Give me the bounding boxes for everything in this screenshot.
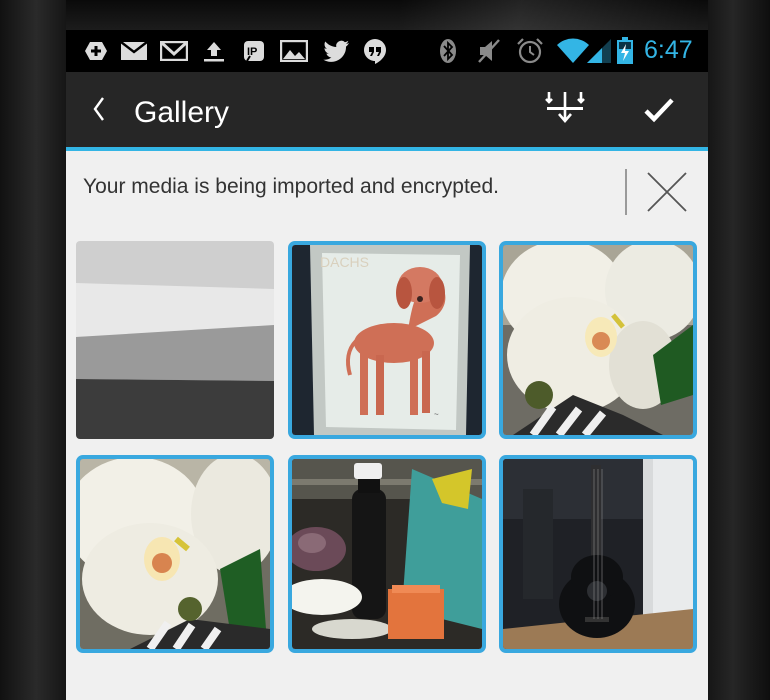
- svg-text:DACHS: DACHS: [320, 254, 369, 270]
- battery-charging-icon: [616, 37, 634, 64]
- media-thumbnail-orchid[interactable]: [499, 241, 697, 439]
- close-icon[interactable]: [644, 169, 690, 215]
- svg-text:IP: IP: [247, 46, 257, 58]
- media-thumbnail-orchid-2[interactable]: [76, 455, 274, 653]
- media-thumbnail-guitar[interactable]: [499, 455, 697, 653]
- muted-icon: [476, 39, 502, 63]
- alarm-icon: [516, 38, 544, 64]
- signal-icon: [586, 39, 612, 63]
- notice-divider: [625, 169, 627, 215]
- action-bar: Gallery: [66, 72, 708, 147]
- svg-text:~: ~: [434, 410, 439, 419]
- back-chevron-icon[interactable]: [88, 92, 110, 126]
- device-bezel-right: [708, 0, 770, 700]
- hangouts-icon: [362, 39, 388, 64]
- media-thumbnail-bottle[interactable]: [288, 455, 486, 653]
- page-title: Gallery: [134, 96, 230, 129]
- mail-icon: [120, 40, 148, 62]
- add-icon: [84, 40, 108, 62]
- media-grid: DACHS ~: [66, 233, 708, 700]
- parking-icon: IP: [242, 40, 266, 62]
- bluetooth-icon: [438, 39, 458, 63]
- media-thumbnail-dog[interactable]: DACHS ~: [288, 241, 486, 439]
- media-thumbnail-placeholder[interactable]: [76, 241, 274, 439]
- status-clock: 6:47: [644, 36, 693, 64]
- bezel-glare: [400, 0, 700, 30]
- twitter-icon: [322, 40, 350, 62]
- device-bezel-top: [0, 0, 770, 30]
- device-bezel-left: [0, 0, 66, 700]
- notice-message: Your media is being imported and encrypt…: [83, 175, 499, 198]
- image-icon: [280, 40, 308, 62]
- import-notice: Your media is being imported and encrypt…: [66, 151, 708, 233]
- wifi-icon: [556, 38, 590, 63]
- checkmark-icon[interactable]: [642, 94, 676, 126]
- upload-icon: [202, 40, 226, 62]
- import-icon[interactable]: [544, 90, 586, 130]
- gmail-icon: [160, 40, 188, 62]
- status-bar: IP 6:47: [66, 30, 708, 72]
- phone-screen: IP 6:47 Gallery Your media is being impo…: [66, 30, 708, 700]
